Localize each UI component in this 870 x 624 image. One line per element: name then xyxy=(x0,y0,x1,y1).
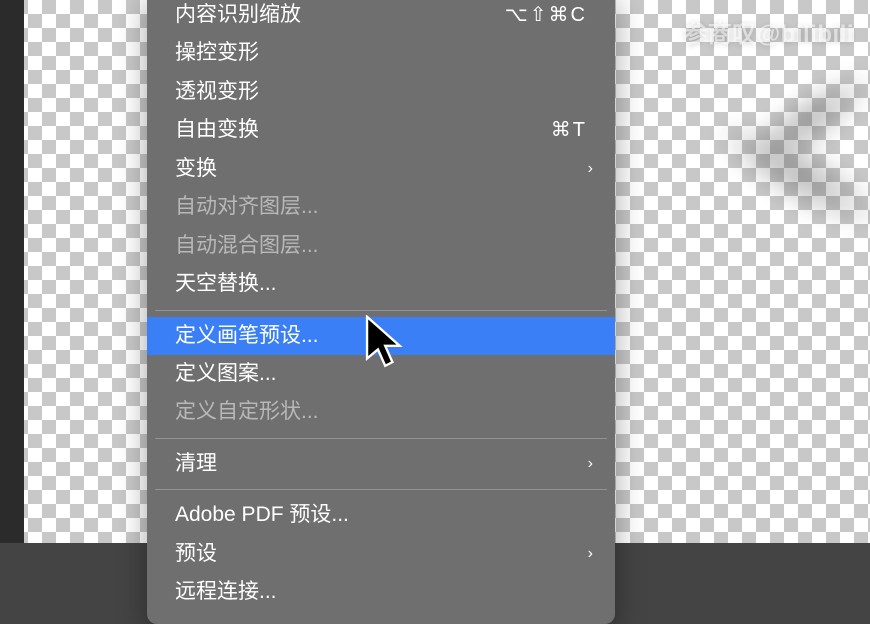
menu-item-label: 操控变形 xyxy=(175,38,259,68)
menu-item[interactable]: 天空替换... xyxy=(147,265,615,303)
menu-item[interactable]: Adobe PDF 预设... xyxy=(147,496,615,534)
menu-separator xyxy=(155,489,607,490)
menu-item-label: 天空替换... xyxy=(175,269,277,299)
menu-item-label: 定义画笔预设... xyxy=(175,321,319,351)
menu-item[interactable]: 透视变形 xyxy=(147,73,615,111)
menu-item[interactable]: 内容识别缩放 ⌥⇧⌘C xyxy=(147,0,615,34)
menu-item-label: 自动对齐图层... xyxy=(175,192,319,222)
menu-item-label: 透视变形 xyxy=(175,77,259,107)
menu-item-label: 定义自定形状... xyxy=(175,397,319,427)
menu-item-label: 清理 xyxy=(175,449,217,479)
menu-item-label: 变换 xyxy=(175,154,217,184)
chevron-right-icon: › xyxy=(588,157,593,180)
menu-item[interactable]: 操控变形 xyxy=(147,34,615,72)
menu-item[interactable]: 定义图案... xyxy=(147,355,615,393)
menu-item-label: Adobe PDF 预设... xyxy=(175,500,349,530)
menu-separator xyxy=(155,310,607,311)
app-left-strip xyxy=(0,0,24,543)
menu-item-label: 内容识别缩放 xyxy=(175,0,301,30)
menu-item-label: 定义图案... xyxy=(175,359,277,389)
menu-item-label: 自动混合图层... xyxy=(175,231,319,261)
menu-item[interactable]: 远程连接... xyxy=(147,573,615,611)
edit-menu-dropdown[interactable]: 内容识别缩放 ⌥⇧⌘C 操控变形透视变形自由变换 ⌘T 变换 › 自动对齐图层... 自动混合… xyxy=(147,0,615,624)
menu-item[interactable]: 变换 › xyxy=(147,150,615,188)
menu-item[interactable]: 清理 › xyxy=(147,445,615,483)
menu-item-shortcut: ⌘T xyxy=(551,116,587,145)
chevron-right-icon: › xyxy=(588,542,593,565)
menu-item-label: 远程连接... xyxy=(175,577,277,607)
menu-item[interactable]: 预设 › xyxy=(147,535,615,573)
menu-item-shortcut: ⌥⇧⌘C xyxy=(505,1,587,30)
menu-item-label: 预设 xyxy=(175,539,217,569)
chevron-right-icon: › xyxy=(588,452,593,475)
menu-item[interactable]: 定义画笔预设... xyxy=(147,317,615,355)
menu-item-label: 自由变换 xyxy=(175,115,259,145)
menu-item: 定义自定形状... xyxy=(147,393,615,431)
menu-separator xyxy=(155,438,607,439)
menu-item: 自动混合图层... xyxy=(147,227,615,265)
menu-item: 自动对齐图层... xyxy=(147,188,615,226)
menu-item[interactable]: 自由变换 ⌘T xyxy=(147,111,615,149)
